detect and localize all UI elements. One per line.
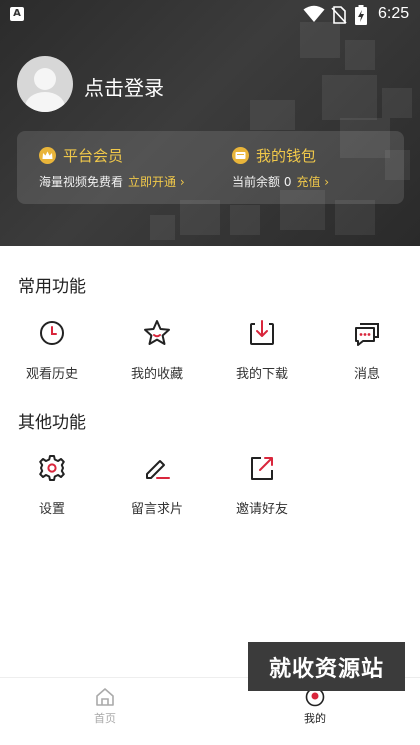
vip-desc: 海量视频免费看 [39,175,124,189]
wallet-section[interactable]: 我的钱包 当前余额 0 充值 › [232,145,329,190]
invite-friends-label: 邀请好友 [235,502,288,517]
wallet-title-row: 我的钱包 [232,145,329,166]
vip-subtitle: 海量视频免费看 立即开通 › [39,173,185,190]
edit-icon [146,460,170,479]
wallet-subtitle: 当前余额 0 充值 › [232,173,329,190]
no-sim-icon [331,6,347,24]
message-icon [355,323,379,346]
settings-item[interactable]: 设置 [2,453,102,517]
vip-title-row: 平台会员 [39,145,185,166]
vip-title: 平台会员 [63,147,124,165]
member-card: 平台会员 海量视频免费看 立即开通 › 我的钱包 当前余额 0 充值 › [17,131,404,204]
downloads-item[interactable]: 我的下载 [212,318,312,382]
header-decoration [345,40,375,70]
crown-icon [39,147,56,164]
wallet-icon [232,147,249,164]
downloads-label: 我的下载 [235,367,288,382]
profile-header [0,0,420,246]
vip-open-link[interactable]: 立即开通 › [128,175,185,189]
settings-label: 设置 [38,502,65,517]
common-functions-title: 常用功能 [18,277,86,297]
avatar-head [34,68,56,90]
login-link[interactable]: 点击登录 [84,72,164,101]
battery-charging-icon [355,5,367,25]
header-decoration [335,200,375,235]
nav-home-label: 首页 [94,712,116,725]
watermark: 就收资源站 [248,642,405,691]
header-decoration [250,100,295,130]
header-decoration [150,215,175,240]
history-item[interactable]: 观看历史 [2,318,102,382]
request-movie-item[interactable]: 留言求片 [107,453,207,517]
header-decoration [230,205,260,235]
clock-time: 6:25 [378,5,410,22]
other-functions-title: 其他功能 [18,413,86,433]
wallet-title: 我的钱包 [256,147,317,165]
history-label: 观看历史 [25,367,78,382]
nav-home[interactable]: 首页 [75,686,135,726]
header-decoration [382,88,412,118]
header-decoration [322,75,377,120]
nav-mine[interactable]: 我的 [285,686,345,726]
messages-item[interactable]: 消息 [317,318,417,382]
share-icon [251,457,273,480]
home-icon [96,688,114,706]
invite-friends-item[interactable]: 邀请好友 [212,453,312,517]
wallet-balance: 当前余额 0 [232,175,292,189]
star-icon [144,320,170,345]
nav-mine-label: 我的 [304,712,326,725]
default-avatar-icon[interactable] [17,56,73,112]
favorites-label: 我的收藏 [130,367,183,382]
wallet-recharge-link[interactable]: 充值 › [296,175,329,189]
avatar-body [25,92,65,112]
download-icon [250,320,274,345]
messages-label: 消息 [353,367,380,382]
gear-icon [39,455,65,481]
favorites-item[interactable]: 我的收藏 [107,318,207,382]
wifi-icon [303,5,325,22]
vip-section[interactable]: 平台会员 海量视频免费看 立即开通 › [39,145,185,190]
request-movie-label: 留言求片 [130,502,183,517]
header-decoration [180,200,220,235]
status-bar: A 6:25 [0,0,420,30]
a-letter-icon: A [10,7,24,21]
clock-icon [40,321,64,345]
